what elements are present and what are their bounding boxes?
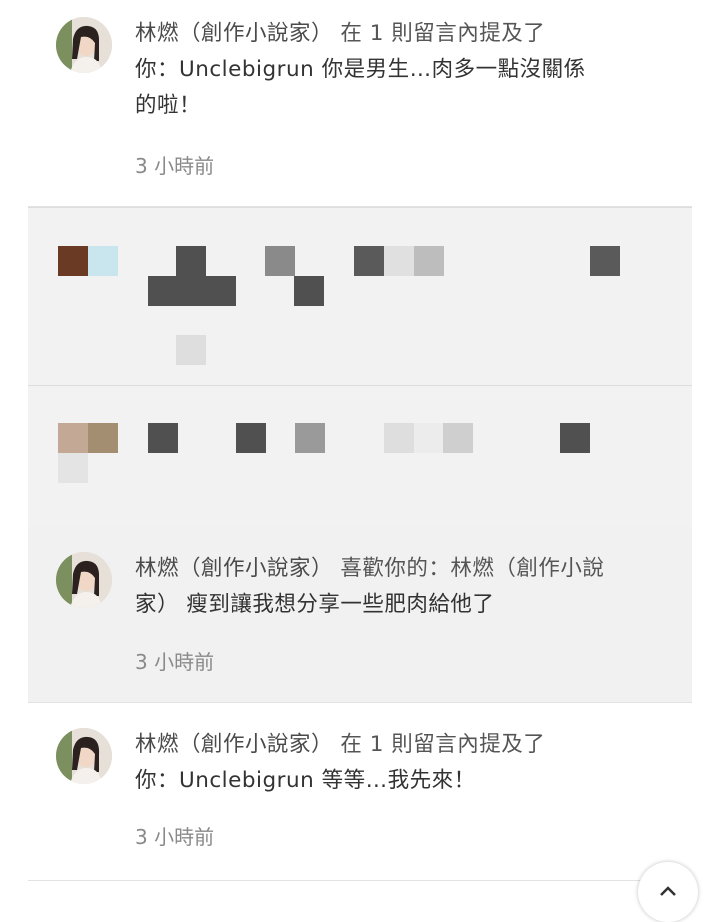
chevron-up-icon: [659, 878, 677, 902]
notification-item[interactable]: 林燃（創作小說家） 喜歡你的：林燃（創作小說 家） 瘦到讓我想分享一些肥肉給他了…: [28, 526, 692, 703]
avatar[interactable]: [56, 728, 112, 784]
notification-body: 你：Unclebigrun 你是男生…肉多一點沒關係: [135, 57, 586, 82]
notification-body-continued: 的啦！: [135, 93, 202, 118]
censored-notification: [28, 385, 692, 526]
notification-time: 3 小時前: [135, 154, 215, 178]
notification-body: 你：Unclebigrun 等等…我先來！: [135, 768, 476, 793]
notification-action: 喜歡你的：林燃（創作小說: [340, 556, 605, 581]
avatar[interactable]: [56, 17, 112, 73]
notification-author[interactable]: 林燃（創作小說家）: [135, 21, 333, 46]
notification-item[interactable]: 林燃（創作小說家） 在 1 則留言內提及了 你：Unclebigrun 你是男生…: [28, 0, 692, 207]
avatar[interactable]: [56, 552, 112, 608]
notification-text: 林燃（創作小說家） 在 1 則留言內提及了 你：Unclebigrun 你是男生…: [135, 16, 675, 124]
notification-time: 3 小時前: [135, 650, 215, 674]
notification-author[interactable]: 林燃（創作小說家）: [135, 556, 333, 581]
notification-text: 林燃（創作小說家） 喜歡你的：林燃（創作小說 家） 瘦到讓我想分享一些肥肉給他了: [135, 551, 675, 623]
notification-item[interactable]: 林燃（創作小說家） 在 1 則留言內提及了 你：Unclebigrun 等等…我…: [28, 703, 692, 881]
notification-author[interactable]: 林燃（創作小說家）: [135, 732, 333, 757]
notification-feed: 林燃（創作小說家） 在 1 則留言內提及了 你：Unclebigrun 你是男生…: [0, 0, 720, 922]
notification-time: 3 小時前: [135, 825, 215, 849]
notification-body: 家） 瘦到讓我想分享一些肥肉給他了: [135, 592, 495, 617]
notification-text: 林燃（創作小說家） 在 1 則留言內提及了 你：Unclebigrun 等等…我…: [135, 727, 675, 799]
notification-action: 在 1 則留言內提及了: [340, 732, 546, 757]
scroll-to-top-button[interactable]: [638, 862, 698, 922]
censored-notification: [28, 207, 692, 386]
notification-action: 在 1 則留言內提及了: [340, 21, 546, 46]
